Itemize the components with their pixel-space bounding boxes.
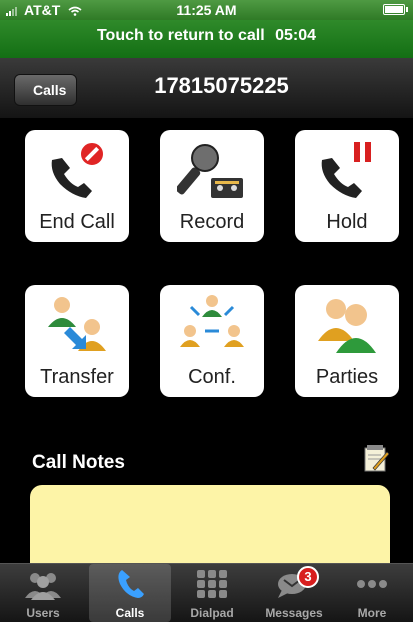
tab-calls-label: Calls [115,606,145,620]
clock: 11:25 AM [176,2,237,18]
tab-messages-label: Messages [265,606,323,620]
parties-label: Parties [315,366,379,388]
call-notes-field[interactable] [30,485,390,575]
end-call-button[interactable]: End Call [25,130,129,242]
tab-users-label: Users [26,606,60,620]
messages-badge: 3 [297,566,319,588]
conference-icon [180,295,244,347]
page-title: 17815075225 [154,73,289,98]
transfer-button[interactable]: Transfer [25,285,129,397]
parties-icon [318,299,376,353]
tab-more-label: More [357,606,387,620]
conference-label: Conf. [188,366,236,388]
tab-calls[interactable]: Calls [89,564,171,622]
status-bar: AT&T 11:25 AM [0,0,413,20]
return-to-call-text: Touch to return to call [96,27,265,44]
tab-users[interactable]: Users [2,564,84,622]
transfer-icon [48,297,106,351]
tab-bar: Users Calls Dialpad 3 Messages More [0,563,413,622]
users-icon [25,573,61,600]
more-icon [357,580,387,588]
record-button[interactable]: Record [160,130,264,242]
transfer-label: Transfer [40,366,114,388]
hold-label: Hold [326,211,368,233]
end-call-icon [51,141,105,198]
return-to-call-banner[interactable]: Touch to return to call 05:04 [0,20,413,59]
end-call-label: End Call [39,211,115,233]
hold-button[interactable]: Hold [295,130,399,242]
record-label: Record [179,211,245,233]
tab-dialpad-label: Dialpad [190,606,234,620]
record-icon [177,144,243,198]
battery-icon [383,4,408,15]
tab-dialpad[interactable]: Dialpad [171,564,253,622]
parties-button[interactable]: Parties [295,285,399,397]
call-notes-heading: Call Notes [32,452,125,473]
phone-icon [118,570,144,598]
call-actions: End Call Record Hold Transfer Conf. Part… [0,118,413,433]
edit-notes-icon[interactable] [363,444,389,472]
dialpad-icon [197,570,227,598]
navigation-bar: Calls 17815075225 [0,58,413,118]
tab-more[interactable]: More [331,564,413,622]
hold-icon [321,142,371,198]
tab-messages[interactable]: 3 Messages [253,564,335,622]
conference-button[interactable]: Conf. [160,285,264,397]
call-timer: 05:04 [275,27,317,44]
